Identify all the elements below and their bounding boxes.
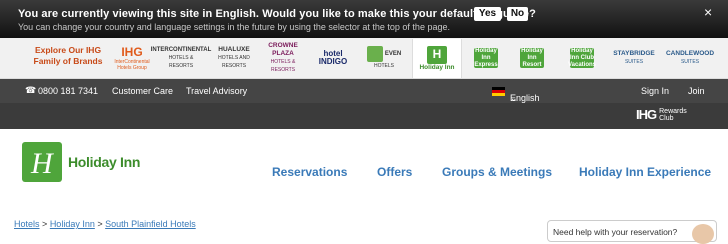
even-logo-icon [366, 46, 383, 62]
brand-name: INTERCONTINENTAL [150, 47, 212, 53]
breadcrumb-hotels[interactable]: Hotels [14, 219, 40, 229]
breadcrumb-separator: > [42, 219, 48, 229]
brand-sub: HOTELS & RESORTS [270, 59, 296, 73]
brand-sub: SUITES [680, 59, 700, 65]
brand-holiday-inn-resort[interactable]: Holiday Inn Resort [512, 42, 552, 74]
brand-holiday-inn-express[interactable]: Holiday Inn Express [466, 42, 506, 74]
brand-sub: HOTELS AND RESORTS [218, 55, 250, 69]
breadcrumb-south-plainfield[interactable]: South Plainfield Hotels [105, 219, 196, 229]
brand-holiday-inn[interactable]: H Holiday Inn [412, 39, 462, 78]
brand-strip: Explore Our IHG Family of Brands IHG Int… [0, 38, 728, 79]
rewards-label: Rewards Club [659, 107, 687, 122]
help-chat-widget[interactable]: Need help with your reservation? [547, 220, 717, 244]
brand-name: IHG [121, 44, 143, 59]
brand-hualuxe[interactable]: HUALUXE HOTELS AND RESORTS [210, 42, 258, 74]
holiday-inn-logo-icon[interactable]: H [22, 142, 62, 182]
brand-crowne-plaza[interactable]: CROWNE PLAZA HOTELS & RESORTS [259, 42, 307, 74]
brand-candlewood[interactable]: CANDLEWOOD SUITES [664, 42, 716, 74]
nav-offers[interactable]: Offers [377, 165, 412, 179]
nav-groups-meetings[interactable]: Groups & Meetings [442, 165, 552, 179]
phone-number[interactable]: 0800 181 7341 [38, 86, 98, 96]
brand-name: hotel INDIGO [318, 49, 348, 66]
brand-badge: Holiday Inn Express [474, 47, 498, 68]
logo-text[interactable]: Holiday Inn [68, 154, 140, 170]
rewards-brand: IHG [636, 107, 657, 122]
holiday-inn-h-icon: H [427, 45, 447, 64]
german-flag-icon[interactable] [492, 87, 505, 96]
no-button[interactable]: No [507, 7, 528, 21]
brand-name: EVEN [384, 51, 402, 57]
utility-bar: ☎ 0800 181 7341 Customer Care Travel Adv… [0, 79, 728, 103]
brand-sub: HOTELS & RESORTS [168, 55, 194, 69]
brand-badge: Holiday Inn Club Vacations [568, 47, 597, 68]
language-subtext: You can change your country and language… [18, 22, 450, 32]
rewards-club-logo[interactable]: IHG Rewards Club [636, 107, 687, 122]
language-banner: You are currently viewing this site in E… [0, 0, 728, 38]
breadcrumb: Hotels > Holiday Inn > South Plainfield … [14, 219, 196, 229]
brand-name: Holiday Inn [419, 63, 455, 71]
brand-intercontinental[interactable]: INTERCONTINENTAL HOTELS & RESORTS [151, 42, 212, 74]
brand-name: STAYBRIDGE [613, 50, 655, 57]
close-icon[interactable]: × [704, 4, 712, 20]
join-link[interactable]: Join [688, 86, 705, 96]
brand-even[interactable]: EVEN HOTELS [360, 42, 408, 74]
breadcrumb-holiday-inn[interactable]: Holiday Inn [50, 219, 95, 229]
brand-intro: Explore Our IHG Family of Brands [33, 45, 103, 66]
brand-badge: Holiday Inn Resort [520, 47, 544, 68]
brand-sub: InterContinental Hotels Group [114, 58, 150, 71]
brand-name: CROWNE PLAZA [268, 42, 298, 57]
customer-care-link[interactable]: Customer Care [112, 86, 173, 96]
rewards-bar: IHG Rewards Club [0, 103, 728, 129]
brand-name: CANDLEWOOD [665, 50, 715, 57]
nav-holiday-inn-experience[interactable]: Holiday Inn Experience [579, 165, 711, 179]
agent-avatar [692, 224, 714, 244]
brand-ihg[interactable]: IHG InterContinental Hotels Group [112, 42, 152, 74]
nav-reservations[interactable]: Reservations [272, 165, 347, 179]
brand-name: HUALUXE [218, 46, 250, 53]
phone-icon: ☎ [25, 85, 37, 95]
svg-text:H: H [30, 147, 55, 180]
brand-holiday-inn-club[interactable]: Holiday Inn Club Vacations [562, 42, 602, 74]
breadcrumb-separator: > [97, 219, 103, 229]
sign-in-link[interactable]: Sign In [641, 86, 669, 96]
yes-button[interactable]: Yes [474, 7, 501, 21]
help-text: Need help with your reservation? [553, 227, 678, 237]
brand-sub: HOTELS [373, 63, 394, 69]
travel-advisory-link[interactable]: Travel Advisory [186, 86, 247, 96]
brand-staybridge[interactable]: STAYBRIDGE SUITES [610, 42, 658, 74]
brand-hotel-indigo[interactable]: hotel INDIGO [310, 42, 356, 74]
language-question: You are currently viewing this site in E… [18, 8, 536, 20]
brand-sub: SUITES [624, 59, 644, 65]
